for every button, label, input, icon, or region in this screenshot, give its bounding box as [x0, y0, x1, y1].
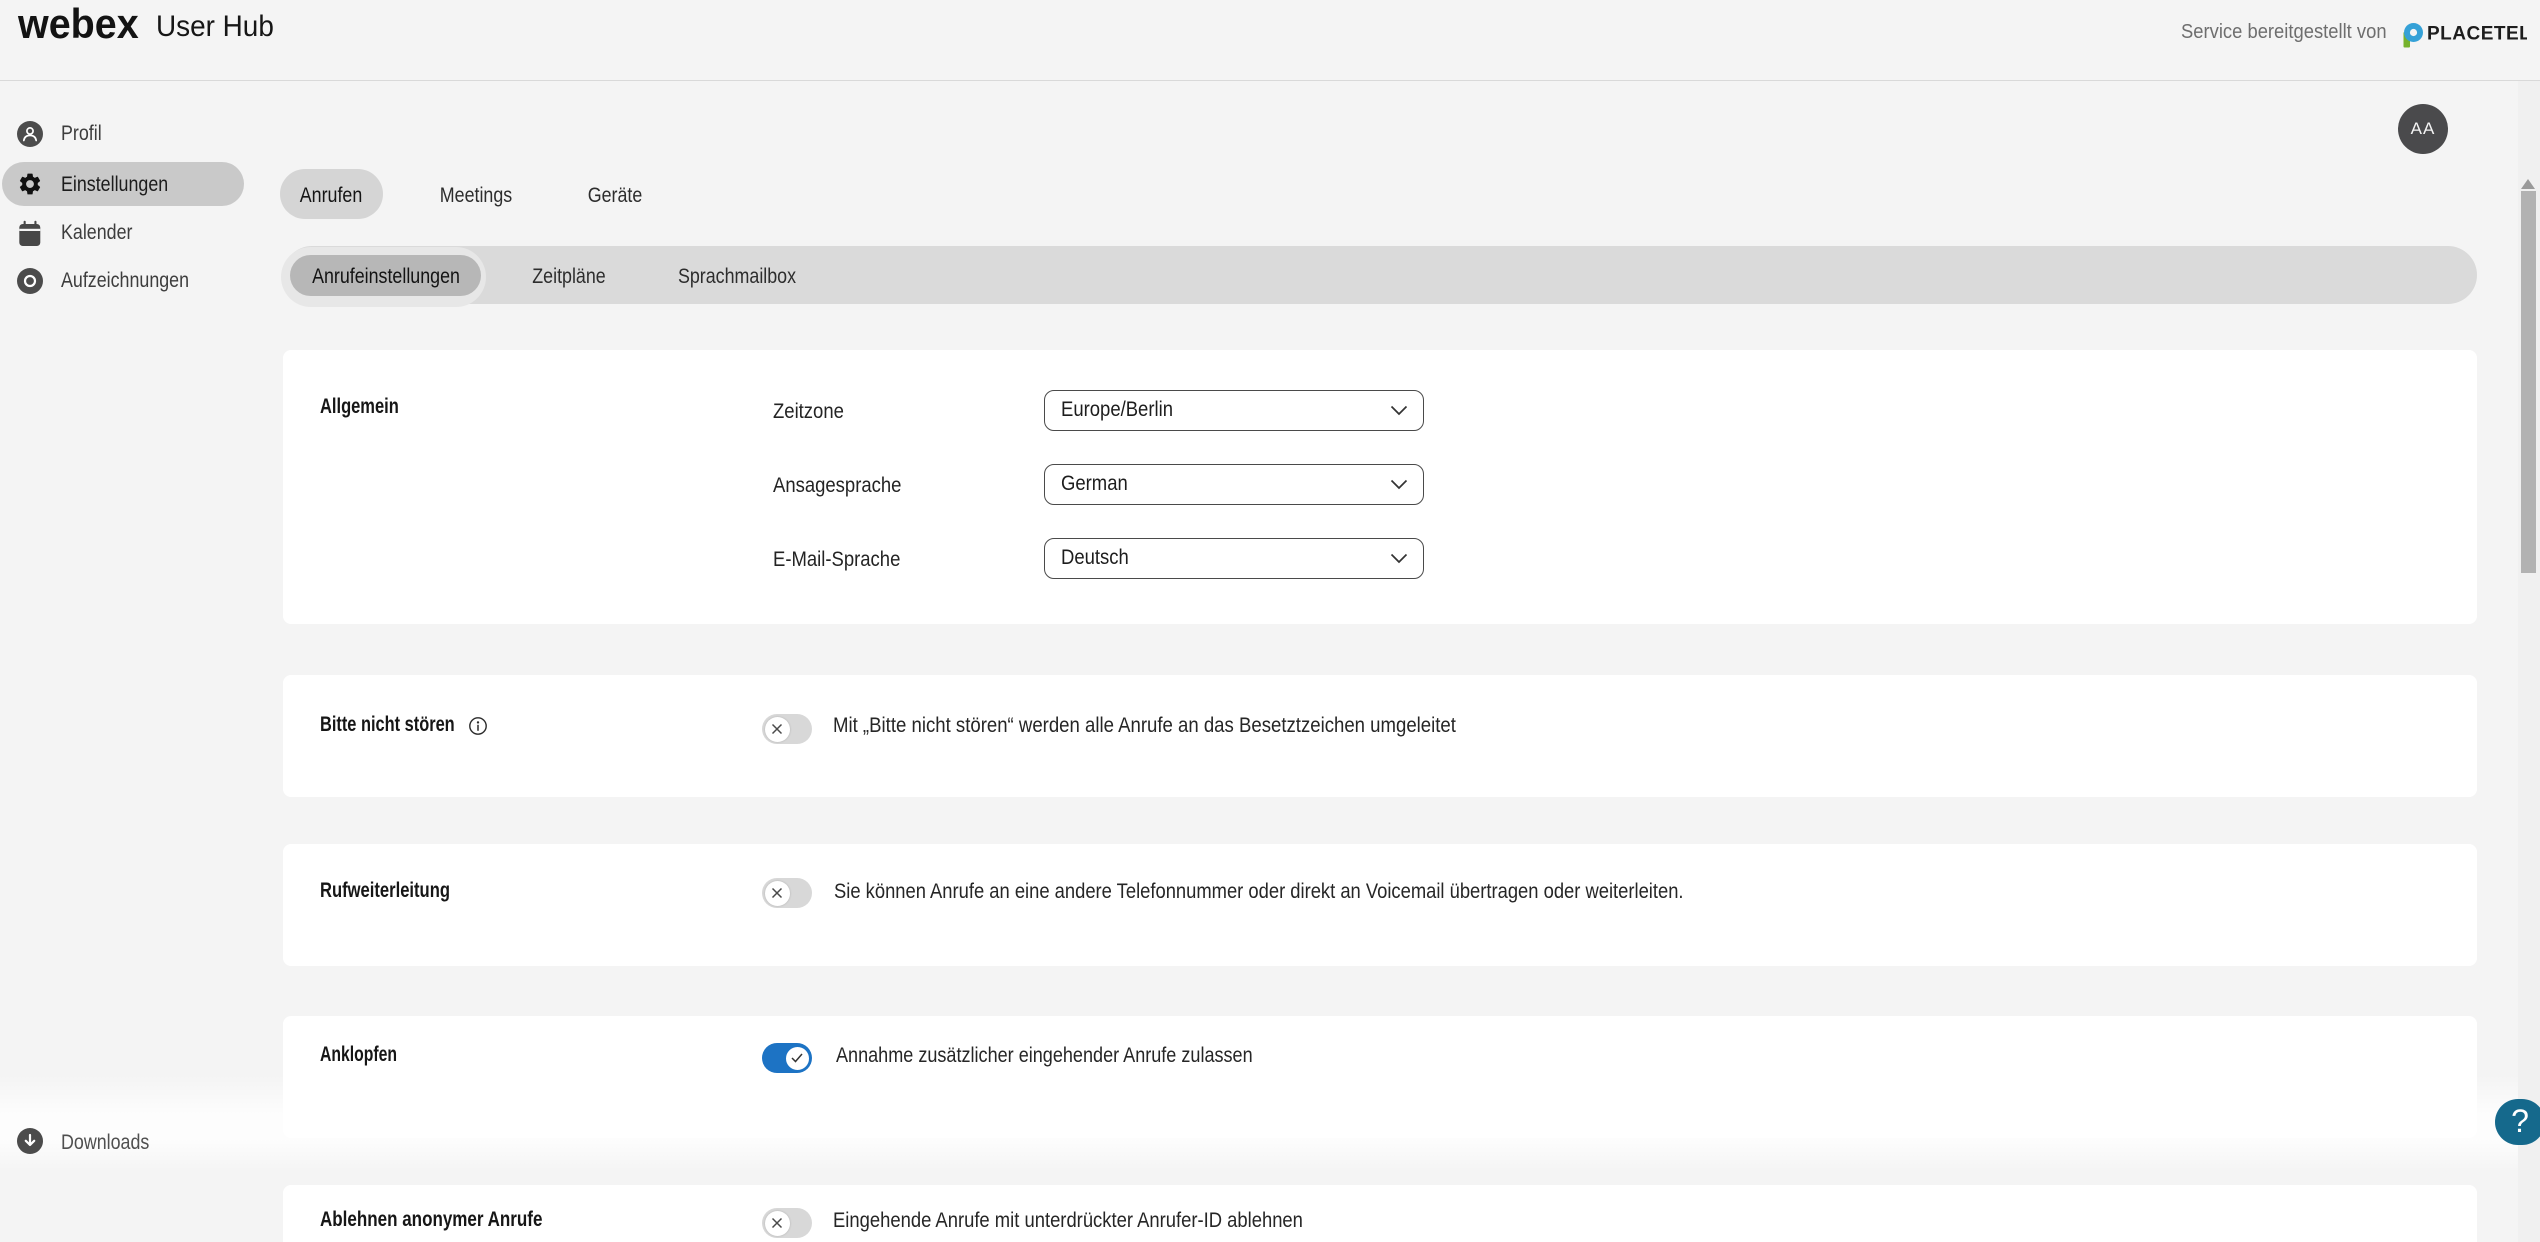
svg-text:PLACETEL: PLACETEL: [2427, 24, 2527, 45]
